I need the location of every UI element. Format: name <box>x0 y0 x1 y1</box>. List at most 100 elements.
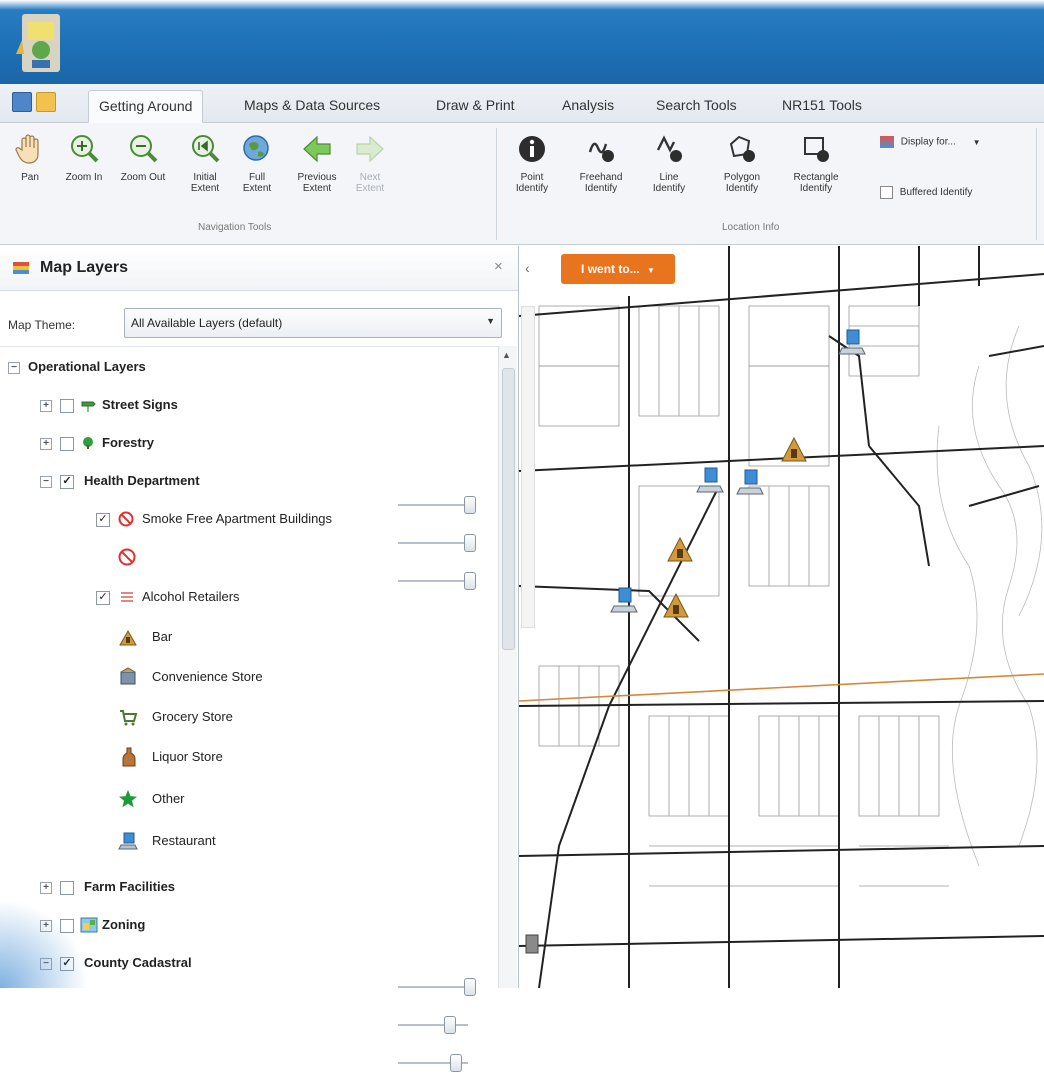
collapse-panel-icon[interactable]: ‹ <box>525 260 530 276</box>
no-smoking-icon <box>118 511 134 527</box>
expand-icon[interactable]: + <box>40 438 52 450</box>
opacity-slider-farm-facilities[interactable] <box>398 977 476 997</box>
layer-row-street-signs: + Street Signs <box>40 393 490 417</box>
legend-label-liquor-store: Liquor Store <box>152 749 223 764</box>
navigation-group-label: Navigation Tools <box>198 222 272 233</box>
save-icon[interactable] <box>12 92 32 112</box>
next-extent-button[interactable]: Next Extent <box>346 132 394 194</box>
chevron-down-icon: ▼ <box>647 266 655 275</box>
scrollbar-thumb[interactable] <box>502 368 515 650</box>
display-for-dropdown[interactable]: Display for... ▼ <box>880 136 1030 156</box>
freehand-identify-button[interactable]: Freehand Identify <box>568 132 634 194</box>
zoom-out-button[interactable]: Zoom Out <box>114 132 172 183</box>
slider-thumb[interactable] <box>450 1054 462 1072</box>
layer-checkbox-alcohol-retailers[interactable]: ✓ <box>96 591 110 605</box>
panel-header: Map Layers × <box>0 246 518 291</box>
layer-checkbox-farm-facilities[interactable] <box>60 881 74 895</box>
layers-icon <box>880 136 894 148</box>
collapse-icon[interactable]: − <box>8 362 20 374</box>
polygon-identify-button[interactable]: Polygon Identify <box>714 132 770 194</box>
bar-marker-icon[interactable] <box>779 434 809 464</box>
zoom-in-label: Zoom In <box>65 172 103 183</box>
slider-track <box>398 1024 468 1026</box>
layer-checkbox-street-signs[interactable] <box>60 399 74 413</box>
buffered-identify-checkbox[interactable] <box>880 186 893 199</box>
bar-marker-icon[interactable] <box>665 534 695 564</box>
layer-checkbox-health-department[interactable]: ✓ <box>60 475 74 489</box>
no-smoking-icon <box>118 548 136 566</box>
tab-search-tools[interactable]: Search Tools <box>646 90 747 120</box>
close-icon[interactable]: × <box>494 258 503 275</box>
layer-tree: − Operational Layers + Street Signs + Fo… <box>0 346 498 1072</box>
header-fade <box>0 0 1044 10</box>
arrow-right-icon <box>356 135 384 163</box>
parcel-map[interactable] <box>519 246 1044 988</box>
full-extent-button[interactable]: Full Extent <box>234 132 280 194</box>
collapse-icon[interactable]: − <box>40 476 52 488</box>
layer-label-health-department: Health Department <box>84 473 200 488</box>
layer-checkbox-smoke-free[interactable]: ✓ <box>96 513 110 527</box>
restaurant-marker-icon[interactable] <box>695 466 725 496</box>
zoom-out-label: Zoom Out <box>120 172 166 183</box>
tab-nr151-tools[interactable]: NR151 Tools <box>772 90 872 120</box>
info-icon <box>519 136 545 162</box>
convenience-store-icon <box>120 667 136 685</box>
slider-thumb[interactable] <box>464 572 476 590</box>
expand-icon[interactable]: + <box>40 400 52 412</box>
pan-button[interactable]: Pan <box>8 132 52 183</box>
tab-draw-print[interactable]: Draw & Print <box>426 90 525 120</box>
open-folder-icon[interactable] <box>36 92 56 112</box>
restaurant-marker-icon[interactable] <box>609 586 639 616</box>
slider-thumb[interactable] <box>464 978 476 996</box>
slider-track <box>398 580 468 582</box>
polygon-identify-label: Polygon Identify <box>723 172 761 194</box>
previous-extent-button[interactable]: Previous Extent <box>288 132 346 194</box>
slider-thumb[interactable] <box>444 1016 456 1034</box>
tab-getting-around[interactable]: Getting Around <box>88 90 204 123</box>
freehand-icon <box>588 142 614 162</box>
line-identify-button[interactable]: Line Identify <box>644 132 694 194</box>
opacity-slider-zoning[interactable] <box>398 1015 476 1035</box>
buffered-identify-label: Buffered Identify <box>899 187 973 199</box>
next-extent-label: Next Extent <box>355 172 385 194</box>
polygon-icon <box>729 135 755 162</box>
app-logo-icon <box>16 14 60 72</box>
map-layers-panel: Map Layers × Map Theme: All Available La… <box>0 246 519 1072</box>
initial-extent-button[interactable]: Initial Extent <box>180 132 230 194</box>
rectangle-icon <box>804 137 829 162</box>
legend-label-bar: Bar <box>152 629 173 644</box>
opacity-slider-street-signs[interactable] <box>398 495 476 515</box>
layer-checkbox-forestry[interactable] <box>60 437 74 451</box>
building-marker-icon[interactable] <box>523 932 543 956</box>
map-view[interactable]: ‹ I went to... ▼ <box>519 246 1044 988</box>
restaurant-marker-icon[interactable] <box>735 468 765 498</box>
opacity-slider-health-department[interactable] <box>398 571 476 591</box>
layer-tree-scrollbar[interactable]: ▲ <box>498 346 517 988</box>
layers-icon <box>13 262 29 274</box>
scroll-up-icon[interactable]: ▲ <box>502 350 511 360</box>
bar-marker-icon[interactable] <box>661 590 691 620</box>
restaurant-marker-icon[interactable] <box>837 328 867 358</box>
ribbon-tabbar: Getting Around Maps & Data Sources Draw … <box>0 84 1044 123</box>
point-identify-button[interactable]: Point Identify <box>504 132 560 194</box>
zoom-in-button[interactable]: Zoom In <box>58 132 110 183</box>
rectangle-identify-button[interactable]: Rectangle Identify <box>784 132 848 194</box>
went-to-label: I went to... <box>581 262 640 276</box>
opacity-slider-county-cadastral[interactable] <box>398 1053 476 1073</box>
map-theme-select[interactable]: All Available Layers (default) ▼ <box>124 308 502 338</box>
layer-label-forestry: Forestry <box>102 435 155 450</box>
map-theme-value: All Available Layers (default) <box>131 316 283 330</box>
slider-track <box>398 542 468 544</box>
tab-analysis[interactable]: Analysis <box>552 90 624 120</box>
slider-thumb[interactable] <box>464 496 476 514</box>
ribbon-toolbar: Getting Around Maps & Data Sources Draw … <box>0 84 1044 245</box>
location-group-label: Location Info <box>722 222 780 233</box>
went-to-button[interactable]: I went to... ▼ <box>561 254 675 284</box>
buffered-identify-toggle[interactable]: Buffered Identify <box>880 186 972 199</box>
expand-icon[interactable]: + <box>40 882 52 894</box>
layer-label-alcohol-retailers: Alcohol Retailers <box>142 589 240 604</box>
tab-maps-data-sources[interactable]: Maps & Data Sources <box>234 90 390 120</box>
slider-thumb[interactable] <box>464 534 476 552</box>
layer-row-farm-facilities: + Farm Facilities <box>40 875 490 899</box>
opacity-slider-forestry[interactable] <box>398 533 476 553</box>
